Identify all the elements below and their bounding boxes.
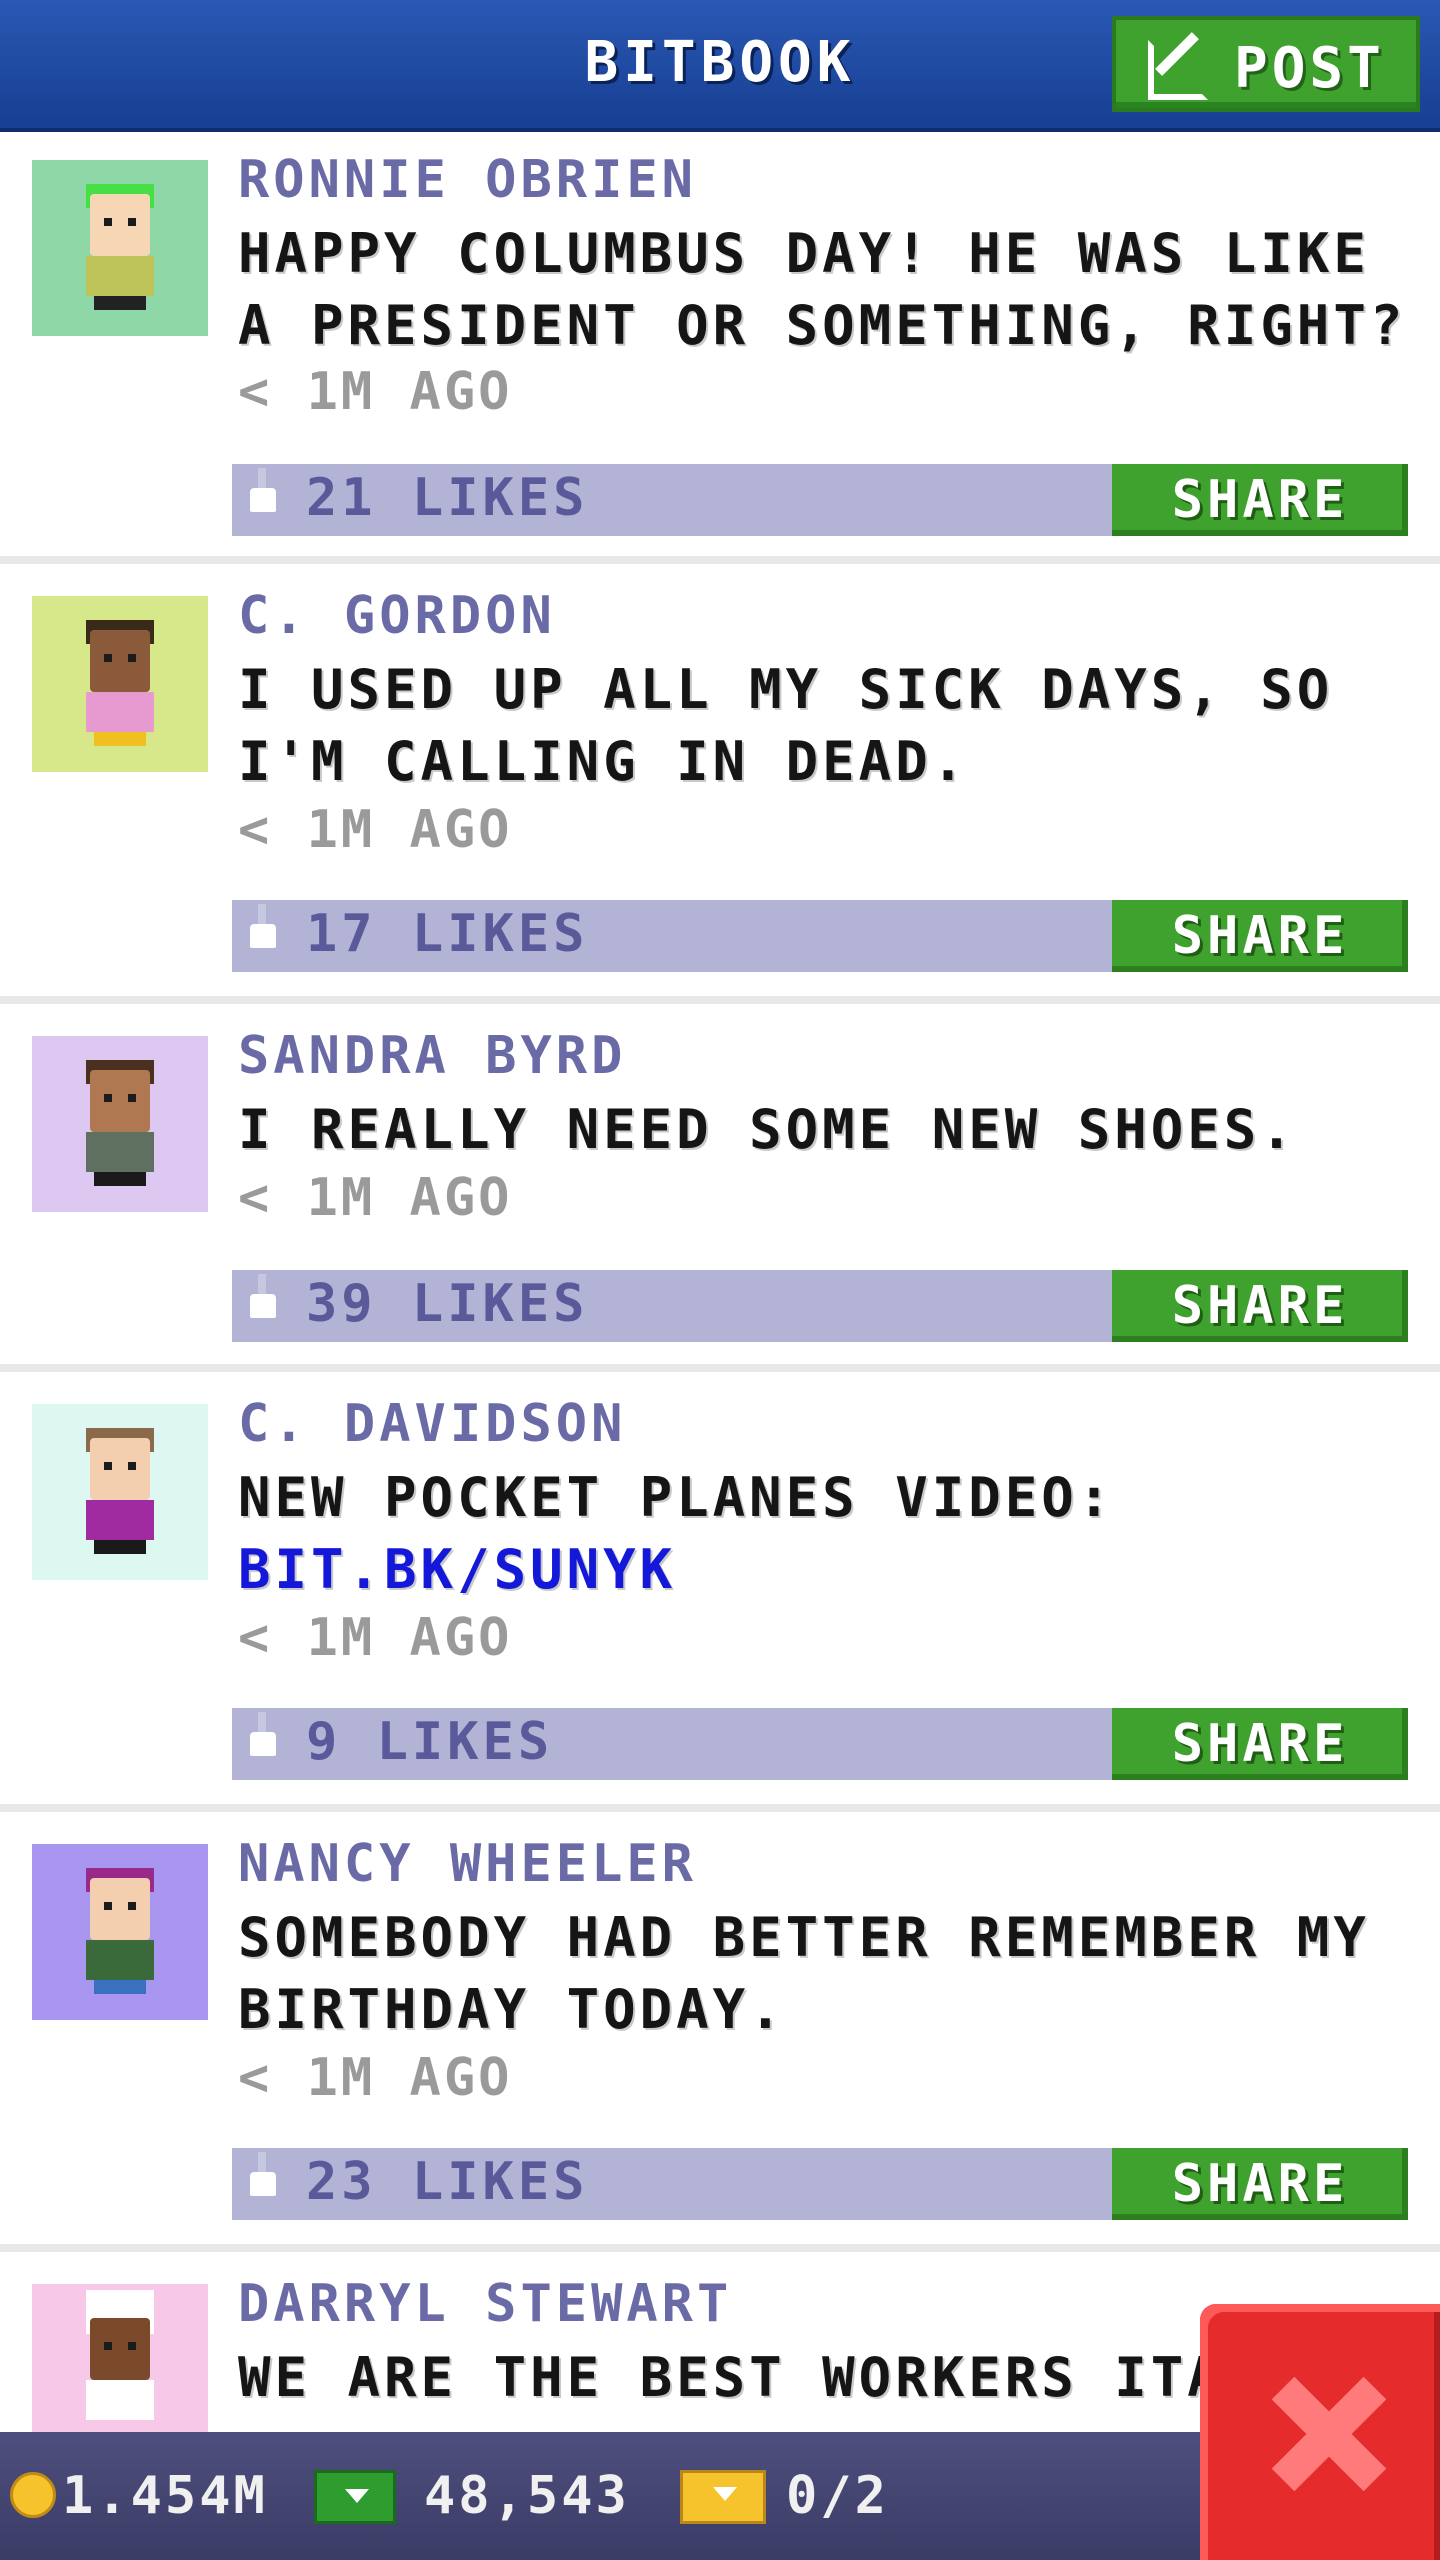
post-author[interactable]: C. DAVIDSON xyxy=(238,1394,626,1454)
thumbs-up-icon xyxy=(250,2152,276,2196)
app-header: BITBOOK POST xyxy=(0,0,1440,132)
coin-icon xyxy=(10,2472,56,2518)
like-count: 21 LIKES xyxy=(306,468,589,528)
like-count: 9 LIKES xyxy=(306,1712,554,1772)
post-time: < 1M AGO xyxy=(238,800,513,860)
avatar[interactable] xyxy=(32,596,208,772)
avatar[interactable] xyxy=(32,1036,208,1212)
like-count: 17 LIKES xyxy=(306,904,589,964)
feed-post: C. DAVIDSON NEW POCKET PLANES VIDEO: BIT… xyxy=(0,1372,1440,1812)
thumbs-up-icon xyxy=(250,904,276,948)
post-message: I REALLY NEED SOME NEW SHOES. xyxy=(238,1098,1297,1161)
thumbs-up-icon xyxy=(250,468,276,512)
post-time: < 1M AGO xyxy=(238,362,513,422)
like-bar[interactable]: 23 LIKES SHARE xyxy=(232,2148,1408,2220)
share-button[interactable]: SHARE xyxy=(1112,900,1408,972)
ticket-value: 0/2 xyxy=(786,2466,889,2526)
post-message: I USED UP ALL MY SICK DAYS, SO I'M CALLI… xyxy=(238,658,1334,793)
share-button[interactable]: SHARE xyxy=(1112,2148,1408,2220)
feed-post: NANCY WHEELER SOMEBODY HAD BETTER REMEMB… xyxy=(0,1812,1440,2252)
feed-post: SANDRA BYRD I REALLY NEED SOME NEW SHOES… xyxy=(0,1004,1440,1372)
vip-ticket-icon xyxy=(680,2470,766,2524)
thumbs-up-icon xyxy=(250,1274,276,1318)
post-feed: RONNIE OBRIEN HAPPY COLUMBUS DAY! HE WAS… xyxy=(0,132,1440,2512)
like-count: 23 LIKES xyxy=(306,2152,589,2212)
avatar[interactable] xyxy=(32,160,208,336)
like-bar[interactable]: 39 LIKES SHARE xyxy=(232,1270,1408,1342)
post-button-label: POST xyxy=(1234,36,1385,101)
post-author[interactable]: DARRYL STEWART xyxy=(238,2274,732,2334)
feed-post: RONNIE OBRIEN HAPPY COLUMBUS DAY! HE WAS… xyxy=(0,132,1440,564)
feed-post: C. GORDON I USED UP ALL MY SICK DAYS, SO… xyxy=(0,564,1440,1004)
avatar[interactable] xyxy=(32,1844,208,2020)
post-time: < 1M AGO xyxy=(238,2048,513,2108)
bux-icon xyxy=(314,2470,396,2524)
post-author[interactable]: SANDRA BYRD xyxy=(238,1026,626,1086)
thumbs-up-icon xyxy=(250,1712,276,1756)
post-author[interactable]: NANCY WHEELER xyxy=(238,1834,697,1894)
like-bar[interactable]: 21 LIKES SHARE xyxy=(232,464,1408,536)
post-author[interactable]: C. GORDON xyxy=(238,586,556,646)
like-count: 39 LIKES xyxy=(306,1274,589,1334)
like-bar[interactable]: 17 LIKES SHARE xyxy=(232,900,1408,972)
avatar[interactable] xyxy=(32,1404,208,1580)
share-button[interactable]: SHARE xyxy=(1112,464,1408,536)
bux-value: 48,543 xyxy=(424,2466,630,2526)
share-button[interactable]: SHARE xyxy=(1112,1708,1408,1780)
post-button[interactable]: POST xyxy=(1112,16,1420,112)
like-bar[interactable]: 9 LIKES SHARE xyxy=(232,1708,1408,1780)
post-time: < 1M AGO xyxy=(238,1168,513,1228)
post-time: < 1M AGO xyxy=(238,1608,513,1668)
coins-value: 1.454M xyxy=(62,2466,268,2526)
post-author[interactable]: RONNIE OBRIEN xyxy=(238,150,697,210)
post-message: NEW POCKET PLANES VIDEO: BIT.BK/SUNYK xyxy=(238,1466,1115,1601)
post-link[interactable]: BIT.BK/SUNYK xyxy=(238,1538,676,1601)
post-message: SOMEBODY HAD BETTER REMEMBER MY BIRTHDAY… xyxy=(238,1906,1370,2041)
share-button[interactable]: SHARE xyxy=(1112,1270,1408,1342)
post-message: HAPPY COLUMBUS DAY! HE WAS LIKE A PRESID… xyxy=(238,222,1407,357)
close-button[interactable] xyxy=(1200,2304,1440,2560)
